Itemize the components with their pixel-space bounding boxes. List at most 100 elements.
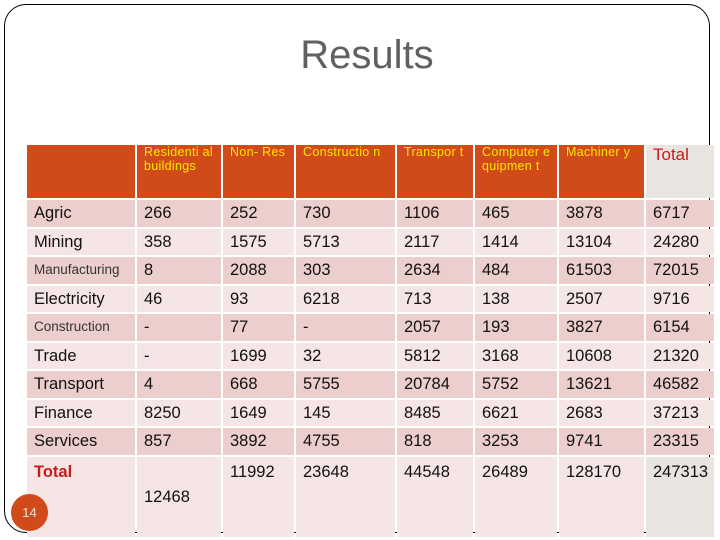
row-label: Agric xyxy=(27,200,135,227)
row-total: 23315 xyxy=(646,428,714,455)
row-total: 6154 xyxy=(646,314,714,341)
cell: 46 xyxy=(137,285,221,312)
cell: 713 xyxy=(397,285,473,312)
row-total: 6717 xyxy=(646,200,714,227)
total-cell: 26489 xyxy=(475,456,557,537)
cell: 5752 xyxy=(475,371,557,398)
cell: 13104 xyxy=(559,228,644,255)
row-label: Trade xyxy=(27,342,135,369)
cell: 730 xyxy=(296,200,395,227)
cell: 8 xyxy=(137,257,221,284)
cell: 3168 xyxy=(475,342,557,369)
cell: 193 xyxy=(475,314,557,341)
cell: 1106 xyxy=(397,200,473,227)
row-total: 24280 xyxy=(646,228,714,255)
row-total: 72015 xyxy=(646,257,714,284)
cell: 138 xyxy=(475,285,557,312)
row-label: Construction xyxy=(27,314,135,341)
cell: 77 xyxy=(223,314,294,341)
cell: 145 xyxy=(296,399,395,426)
header-cell-non-res: Non- Res xyxy=(223,145,294,198)
cell: 2507 xyxy=(559,285,644,312)
cell: 13621 xyxy=(559,371,644,398)
total-cell: 12468 xyxy=(137,456,221,537)
cell: 2634 xyxy=(397,257,473,284)
cell: 3878 xyxy=(559,200,644,227)
row-total: 37213 xyxy=(646,399,714,426)
cell: 61503 xyxy=(559,257,644,284)
header-cell-transport: Transpor t xyxy=(397,145,473,198)
cell: 266 xyxy=(137,200,221,227)
table-row: Services 857 3892 4755 818 3253 9741 233… xyxy=(27,428,714,455)
table-row: Construction - 77 - 2057 193 3827 6154 xyxy=(27,314,714,341)
cell: 3892 xyxy=(223,428,294,455)
cell: 1575 xyxy=(223,228,294,255)
slide-title: Results xyxy=(300,33,434,77)
cell: 3253 xyxy=(475,428,557,455)
header-cell-construction: Constructio n xyxy=(296,145,395,198)
row-label: Manufacturing xyxy=(27,257,135,284)
cell: 857 xyxy=(137,428,221,455)
cell: 10608 xyxy=(559,342,644,369)
cell: 5713 xyxy=(296,228,395,255)
cell: 303 xyxy=(296,257,395,284)
header-cell-empty xyxy=(27,145,135,198)
cell: 668 xyxy=(223,371,294,398)
cell: 1649 xyxy=(223,399,294,426)
cell: 5755 xyxy=(296,371,395,398)
cell: 1414 xyxy=(475,228,557,255)
table-row: Agric 266 252 730 1106 465 3878 6717 xyxy=(27,200,714,227)
header-cell-residential: Residenti al buildings xyxy=(137,145,221,198)
cell: 5812 xyxy=(397,342,473,369)
cell: 484 xyxy=(475,257,557,284)
page-number-badge: 14 xyxy=(11,494,48,531)
cell: 465 xyxy=(475,200,557,227)
cell: 2057 xyxy=(397,314,473,341)
row-label: Electricity xyxy=(27,285,135,312)
cell: 252 xyxy=(223,200,294,227)
row-total: 46582 xyxy=(646,371,714,398)
cell: - xyxy=(137,314,221,341)
table-row: Electricity 46 93 6218 713 138 2507 9716 xyxy=(27,285,714,312)
table-row: Mining 358 1575 5713 2117 1414 13104 242… xyxy=(27,228,714,255)
total-row: Total 12468 11992 23648 44548 26489 1281… xyxy=(27,456,714,537)
row-label: Mining xyxy=(27,228,135,255)
header-cell-machinery: Machiner y xyxy=(559,145,644,198)
results-table: Residenti al buildings Non- Res Construc… xyxy=(25,143,716,539)
table-row: Finance 8250 1649 145 8485 6621 2683 372… xyxy=(27,399,714,426)
cell: 93 xyxy=(223,285,294,312)
cell: 4 xyxy=(137,371,221,398)
total-cell: 23648 xyxy=(296,456,395,537)
cell: 8485 xyxy=(397,399,473,426)
header-row: Residenti al buildings Non- Res Construc… xyxy=(27,145,714,198)
cell: 4755 xyxy=(296,428,395,455)
cell: - xyxy=(296,314,395,341)
total-cell: 128170 xyxy=(559,456,644,537)
cell: 6218 xyxy=(296,285,395,312)
table-row: Transport 4 668 5755 20784 5752 13621 46… xyxy=(27,371,714,398)
cell: 3827 xyxy=(559,314,644,341)
row-label: Services xyxy=(27,428,135,455)
cell: 1699 xyxy=(223,342,294,369)
cell: - xyxy=(137,342,221,369)
cell: 6621 xyxy=(475,399,557,426)
row-label: Transport xyxy=(27,371,135,398)
header-cell-total: Total xyxy=(646,145,714,198)
cell: 818 xyxy=(397,428,473,455)
cell: 20784 xyxy=(397,371,473,398)
cell: 2683 xyxy=(559,399,644,426)
table-row: Trade - 1699 32 5812 3168 10608 21320 xyxy=(27,342,714,369)
cell: 9741 xyxy=(559,428,644,455)
grand-total-cell: 247313 xyxy=(646,456,714,537)
row-total: 9716 xyxy=(646,285,714,312)
cell: 2088 xyxy=(223,257,294,284)
cell: 8250 xyxy=(137,399,221,426)
total-cell: 11992 xyxy=(223,456,294,537)
cell: 358 xyxy=(137,228,221,255)
cell: 32 xyxy=(296,342,395,369)
table-row: Manufacturing 8 2088 303 2634 484 61503 … xyxy=(27,257,714,284)
header-cell-computer: Computer equipmen t xyxy=(475,145,557,198)
cell: 2117 xyxy=(397,228,473,255)
total-cell: 44548 xyxy=(397,456,473,537)
row-label: Finance xyxy=(27,399,135,426)
